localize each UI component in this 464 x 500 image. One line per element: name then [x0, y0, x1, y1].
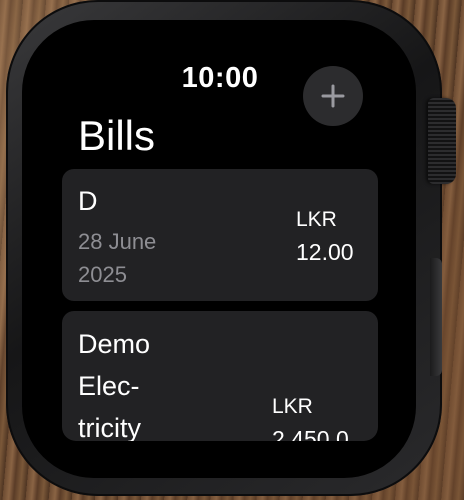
bill-name: D — [78, 186, 98, 216]
bill-currency: LKR — [272, 395, 313, 418]
bill-card[interactable]: Demo Elec- tricity LKR 2,450.0 — [62, 311, 378, 441]
side-button[interactable] — [430, 258, 442, 376]
bill-amount: 2,450.0 — [272, 426, 349, 441]
bill-card[interactable]: D 28 June 2025 LKR 12.00 — [62, 169, 378, 301]
bills-list[interactable]: D 28 June 2025 LKR 12.00 Demo Elec- tric… — [62, 169, 378, 441]
bill-amount: 12.00 — [296, 239, 354, 265]
bill-currency: LKR — [296, 208, 337, 231]
bill-name-line-2: Elec- — [78, 371, 140, 401]
bill-date-year: 2025 — [78, 262, 127, 287]
digital-crown[interactable] — [428, 98, 456, 184]
add-bill-button[interactable] — [303, 66, 363, 126]
bill-date-day-month: 28 June — [78, 229, 157, 254]
bill-name-line-3: tricity — [78, 413, 141, 441]
bill-name-line-1: Demo — [78, 329, 151, 359]
watch-screen: 10:00 Bills D 28 June 2025 LKR 12.00 Dem… — [22, 20, 416, 478]
plus-icon — [321, 84, 345, 108]
page-title: Bills — [78, 112, 156, 159]
